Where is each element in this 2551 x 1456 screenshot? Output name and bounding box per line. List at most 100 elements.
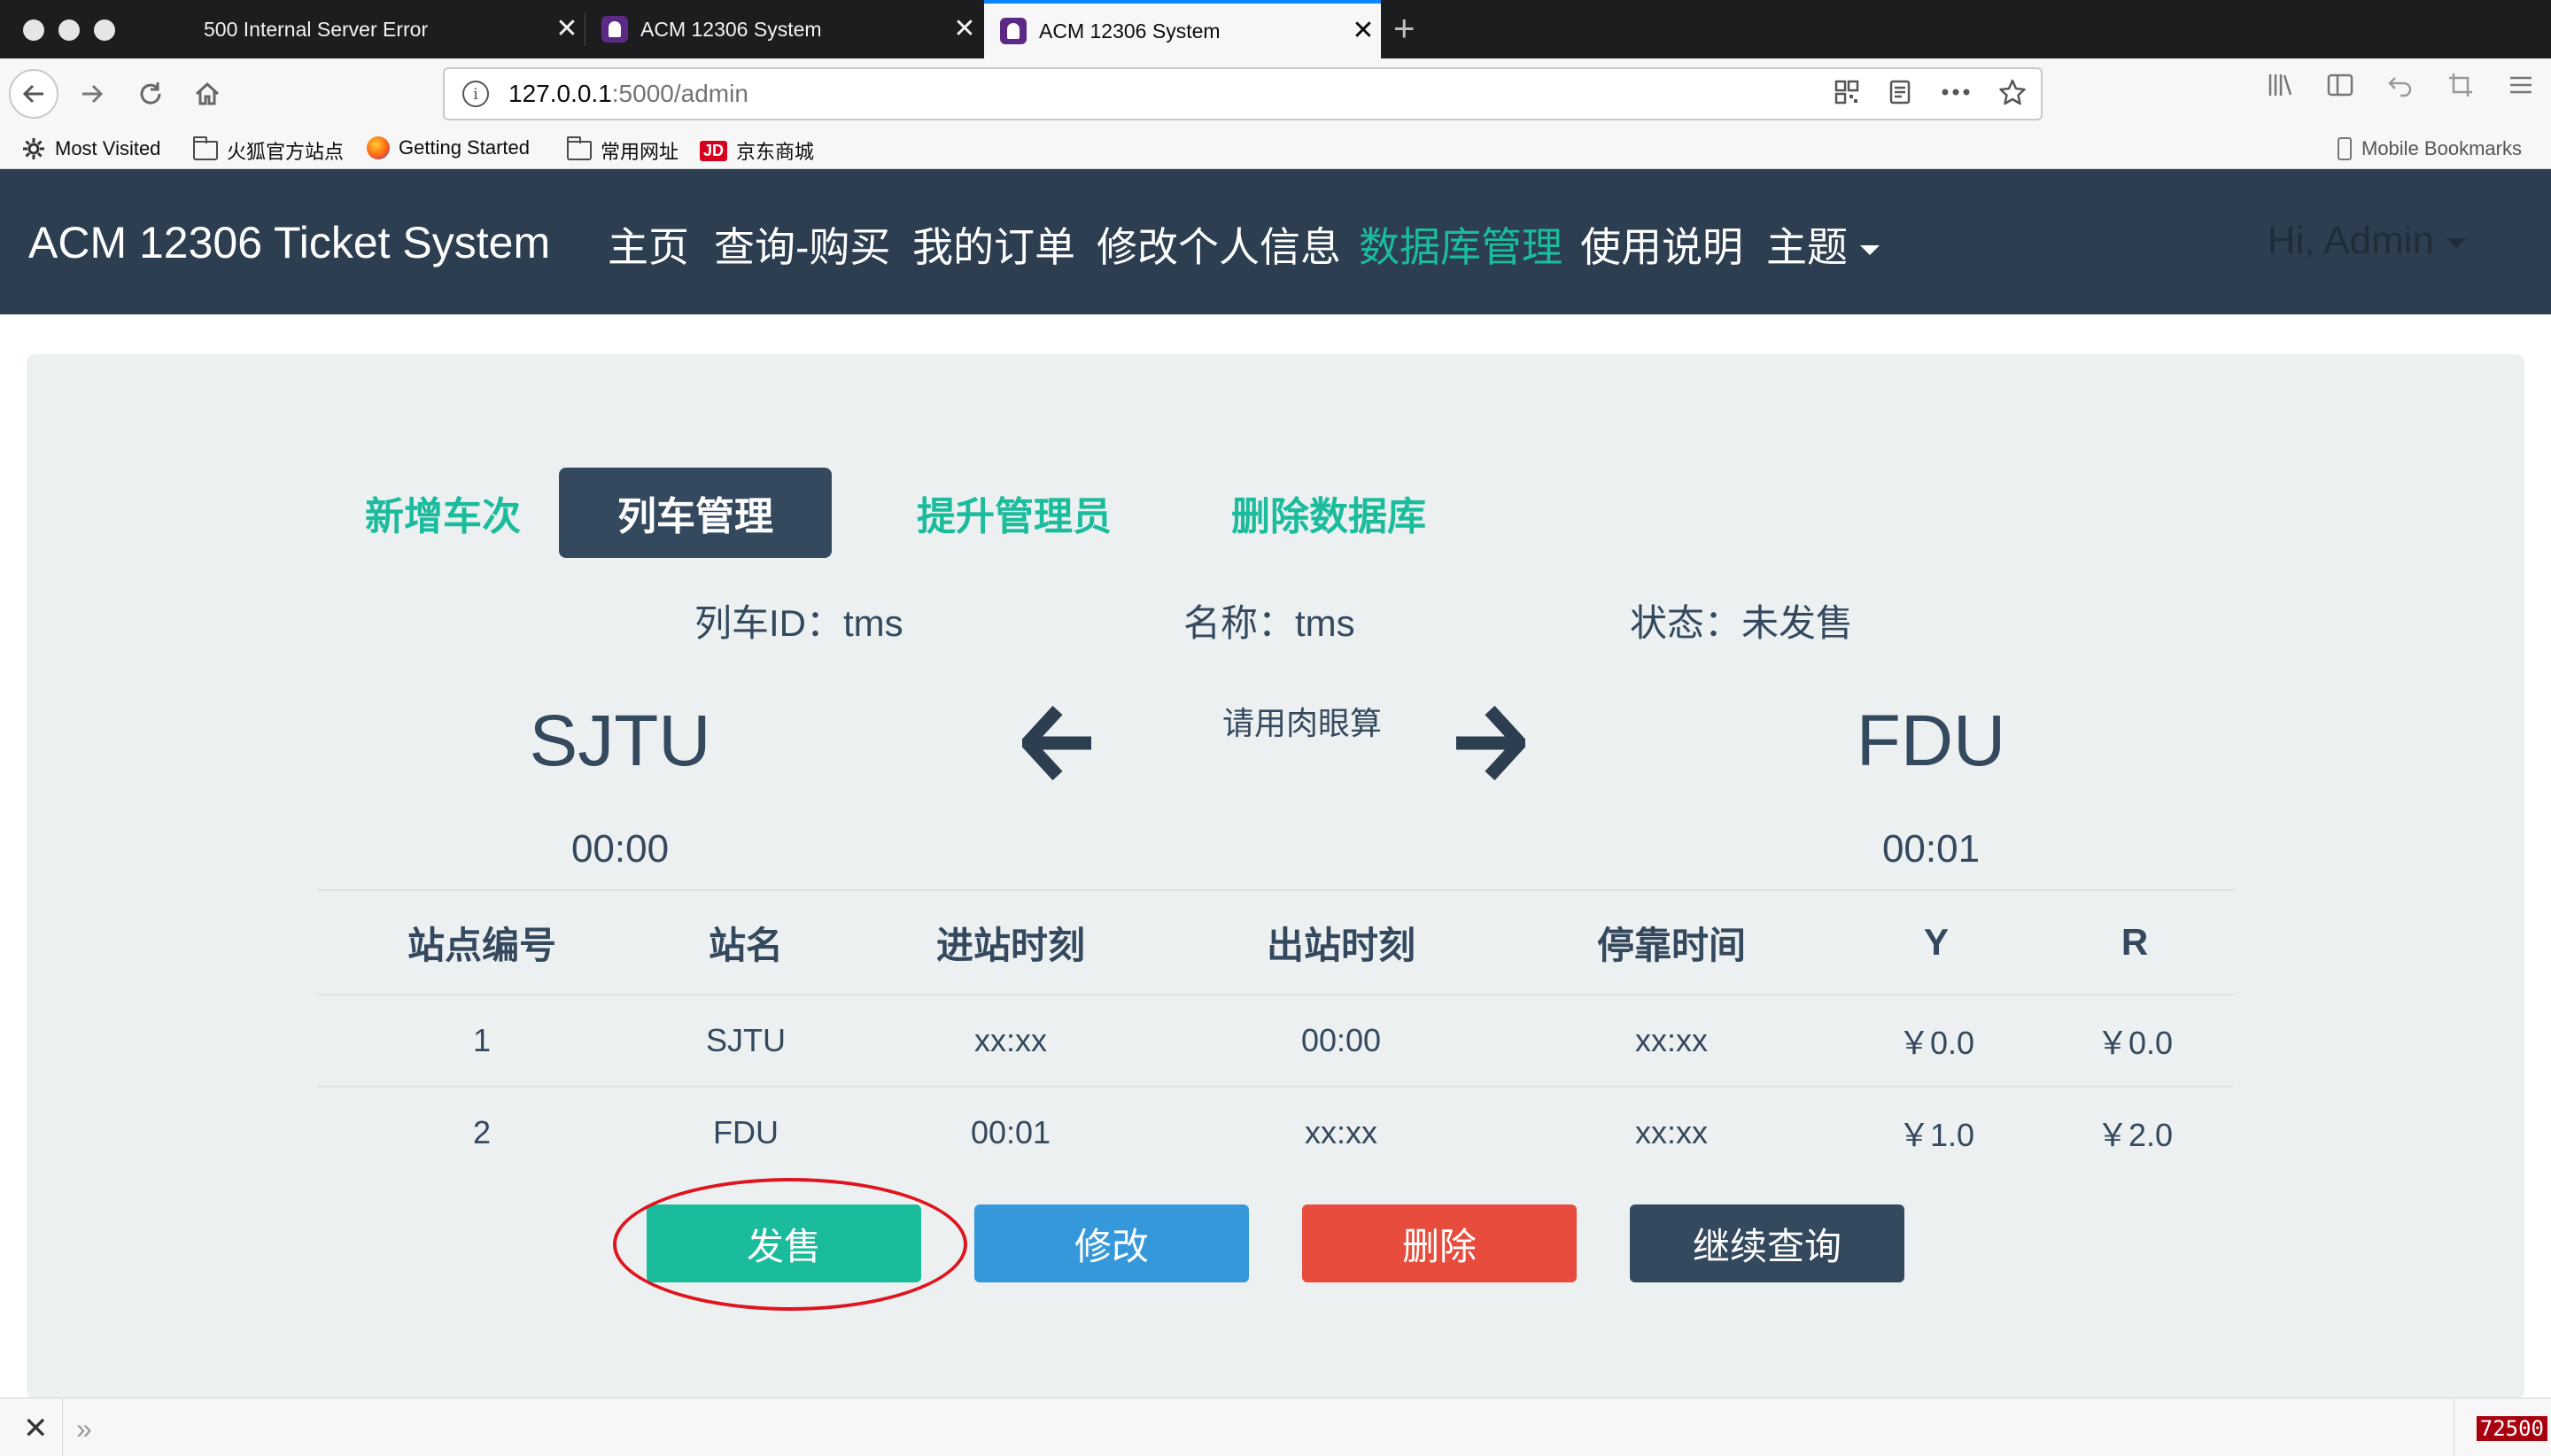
- bookmark-star-icon[interactable]: [1998, 78, 2027, 106]
- user-greeting: Hi, Admin: [2267, 219, 2434, 262]
- nav-edit-profile[interactable]: 修改个人信息: [1097, 215, 1341, 274]
- browser-tab-error[interactable]: 500 Internal Server Error ✕: [188, 0, 585, 58]
- arrow-left-icon: [1022, 705, 1091, 781]
- window-close-dot[interactable]: [23, 19, 44, 41]
- nav-theme-dropdown[interactable]: 主题: [1766, 215, 1880, 274]
- hamburger-menu-icon[interactable]: [2507, 71, 2535, 99]
- firefox-icon: [367, 136, 390, 159]
- tab-train-management[interactable]: 列车管理: [559, 468, 832, 558]
- bookmark-label: Mobile Bookmarks: [2361, 137, 2522, 159]
- window-minimize-dot[interactable]: [58, 19, 80, 41]
- nav-my-orders[interactable]: 我的订单: [912, 215, 1075, 274]
- sidebar-icon[interactable]: [2326, 71, 2354, 99]
- tab-promote-admin[interactable]: 提升管理员: [868, 468, 1160, 558]
- tab-delete-database[interactable]: 删除数据库: [1178, 468, 1479, 558]
- library-icon[interactable]: [2266, 71, 2294, 99]
- bookmark-getting-started[interactable]: Getting Started: [367, 136, 530, 159]
- status-badge: 72500: [2476, 1416, 2547, 1441]
- arrow-right-icon: [82, 84, 104, 104]
- cell-price-y: ￥0.0: [1897, 1025, 1975, 1061]
- cell-departure-time: 00:00: [1300, 1022, 1382, 1058]
- status-divider: [62, 1398, 63, 1456]
- crop-icon[interactable]: [2446, 71, 2475, 99]
- table-row: 1 SJTU xx:xx 00:00 xx:xx ￥0.0 ￥0.0: [317, 994, 2234, 1086]
- url-host: 127.0.0.1: [508, 80, 612, 107]
- cell-price-r: ￥0.0: [2096, 1025, 2174, 1061]
- header-arrival-time: 进站时刻: [935, 924, 1085, 966]
- departure-time: 00:00: [570, 827, 670, 871]
- continue-search-button[interactable]: 继续查询: [1630, 1204, 1904, 1282]
- train-name-label: 名称：tms: [1183, 602, 1355, 644]
- reload-icon: [140, 82, 161, 105]
- close-icon[interactable]: ✕: [549, 16, 585, 43]
- new-tab-plus-icon[interactable]: +: [1393, 9, 1415, 48]
- cell-station-no: 1: [472, 1022, 492, 1058]
- tab-title: 500 Internal Server Error: [204, 17, 429, 41]
- bookmark-jd-mall[interactable]: JD 京东商城: [700, 136, 814, 165]
- more-actions-icon[interactable]: [1940, 79, 1972, 105]
- qr-code-icon[interactable]: [1834, 79, 1860, 105]
- mobile-device-icon: [2338, 137, 2352, 160]
- reload-button[interactable]: [126, 69, 175, 119]
- brand-title[interactable]: ACM 12306 Ticket System: [28, 217, 550, 268]
- browser-tab-acm[interactable]: ACM 12306 System ✕: [585, 0, 982, 58]
- acm-favicon-icon: [1000, 18, 1027, 44]
- browser-status-bar: ✕ » 72500: [0, 1398, 2551, 1456]
- bookmark-label: Most Visited: [55, 137, 161, 159]
- admin-panel: 新增车次 列车管理 提升管理员 删除数据库 列车ID：tms 名称：tms 状态…: [27, 354, 2524, 1399]
- arrow-left-icon: [22, 84, 43, 104]
- delete-button[interactable]: 删除: [1302, 1204, 1577, 1282]
- table-row: 2 FDU 00:01 xx:xx xx:xx ￥1.0 ￥2.0: [317, 1086, 2234, 1178]
- user-menu-dropdown[interactable]: Hi, Admin: [2268, 219, 2466, 263]
- nav-database-admin[interactable]: 数据库管理: [1359, 215, 1562, 274]
- cell-arrival-time: 00:01: [970, 1114, 1051, 1150]
- station-table: 站点编号 站名 进站时刻 出站时刻 停靠时间 Y R 1 SJTU xx:xx …: [317, 889, 2234, 1178]
- duration-note: 请用肉眼算: [1221, 705, 1382, 741]
- nav-instructions[interactable]: 使用说明: [1580, 215, 1743, 274]
- tab-add-train[interactable]: 新增车次: [328, 468, 558, 558]
- forward-button[interactable]: [67, 69, 117, 119]
- url-actions: [1834, 78, 2027, 106]
- chevron-double-right-icon[interactable]: »: [76, 1413, 92, 1445]
- cell-station-no: 2: [472, 1114, 492, 1150]
- nav-search-buy[interactable]: 查询-购买: [714, 215, 890, 274]
- cell-station-name: FDU: [713, 1114, 779, 1150]
- header-departure-time: 出站时刻: [1266, 924, 1415, 966]
- cell-price-y: ￥1.0: [1897, 1117, 1975, 1153]
- bookmark-common-sites[interactable]: 常用网址: [567, 136, 678, 165]
- gear-icon: [23, 138, 44, 159]
- header-stop-time: 停靠时间: [1596, 924, 1746, 966]
- folder-icon: [567, 136, 592, 160]
- caret-down-icon: [1860, 245, 1880, 256]
- back-button[interactable]: [9, 69, 58, 119]
- bookmark-most-visited[interactable]: Most Visited: [21, 136, 160, 161]
- cell-price-r: ￥2.0: [2096, 1117, 2174, 1153]
- bookmark-label: 京东商城: [736, 141, 815, 163]
- reader-view-icon[interactable]: [1887, 79, 1913, 105]
- browser-toolbar: i 127.0.0.1 :5000/admin: [0, 58, 2551, 129]
- home-icon: [195, 81, 220, 105]
- nav-home[interactable]: 主页: [608, 215, 689, 274]
- cell-departure-time: xx:xx: [1304, 1114, 1377, 1150]
- close-icon[interactable]: ✕: [1345, 18, 1381, 44]
- header-price-r: R: [2121, 921, 2149, 963]
- address-bar[interactable]: i 127.0.0.1 :5000/admin: [443, 67, 2043, 120]
- info-icon[interactable]: i: [462, 81, 489, 107]
- cell-arrival-time: xx:xx: [973, 1022, 1047, 1058]
- train-id-label: 列车ID：tms: [694, 602, 903, 644]
- bookmark-firefox-official[interactable]: 火狐官方站点: [193, 136, 344, 165]
- edit-button[interactable]: 修改: [974, 1204, 1249, 1282]
- origin-station: SJTU: [529, 701, 711, 781]
- folder-icon: [193, 136, 218, 160]
- header-price-y: Y: [1923, 921, 1949, 963]
- close-icon[interactable]: ✕: [947, 16, 982, 43]
- jd-logo-icon: JD: [700, 140, 728, 161]
- tab-title: ACM 12306 System: [1039, 19, 1221, 43]
- home-button[interactable]: [182, 69, 232, 119]
- close-icon[interactable]: ✕: [23, 1411, 49, 1446]
- highlight-circle: [613, 1178, 967, 1311]
- browser-tab-acm-active[interactable]: ACM 12306 System ✕: [984, 0, 1381, 58]
- undo-icon[interactable]: [2386, 71, 2415, 99]
- window-zoom-dot[interactable]: [94, 19, 115, 41]
- bookmark-mobile[interactable]: Mobile Bookmarks: [2337, 136, 2522, 161]
